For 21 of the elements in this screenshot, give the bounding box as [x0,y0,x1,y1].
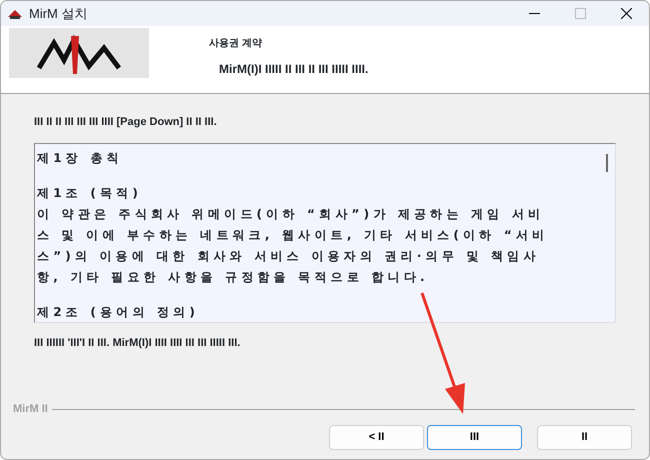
license-line: 제1조 (목적) [37,184,144,202]
brand-label: MirM II [13,402,48,417]
license-line: 이 약관은 주식회사 위메이드(이하 “회사”)가 제공하는 게임 서비 [37,206,546,222]
window-title: MirM 설치 [29,4,88,23]
wizard-button[interactable]: < II [329,424,424,450]
license-text-box[interactable]: 제1장 총칙 제1조 (목적) 이 약관은 주식회사 위메이드(이하 “회사”)가 제공하는 게임 서비 스 및 이에 부수하는 네트워크, 웹사이트, 기타 서비스(이하 “서비 스”)의 이용에 대한 회사와 서비스 이용자의 권리·의무 및 책임사 항, 기타 필요한 사항을 규정함을 목적으로 합니다. 제2조 (용어의 정의) [34,142,616,322]
license-line: 제2조 (용어의 정의) [37,304,200,320]
minimize-icon[interactable] [528,13,540,14]
header-title: 사용권 계약 [209,37,263,51]
header-subtitle: MirM(I)I IIIII II III II III IIIII IIII. [219,61,368,78]
scrollbar-thumb-icon[interactable] [606,154,608,172]
wizard-button[interactable]: III [427,424,522,450]
license-line: 스 및 이에 부수하는 네트워크, 웹사이트, 기타 서비스(이하 “서비 [37,226,550,244]
license-line: 스”)의 이용에 대한 회사와 서비스 이용자의 권리·의무 및 책임사 [37,248,541,264]
app-icon [7,8,23,20]
instruction-text: III II II III III III IIII [Page Down] II II III. [34,115,218,130]
wizard-button[interactable]: II [537,424,632,450]
license-line: 항, 기타 필요한 사항을 규정함을 목적으로 합니다. [37,268,430,286]
footer-note: III IIIIII 'III'I II III. MirM(I)I IIII IIII III III IIIII III. [34,336,242,350]
close-icon[interactable] [620,8,632,19]
license-line: 제1장 총칙 [37,150,124,166]
